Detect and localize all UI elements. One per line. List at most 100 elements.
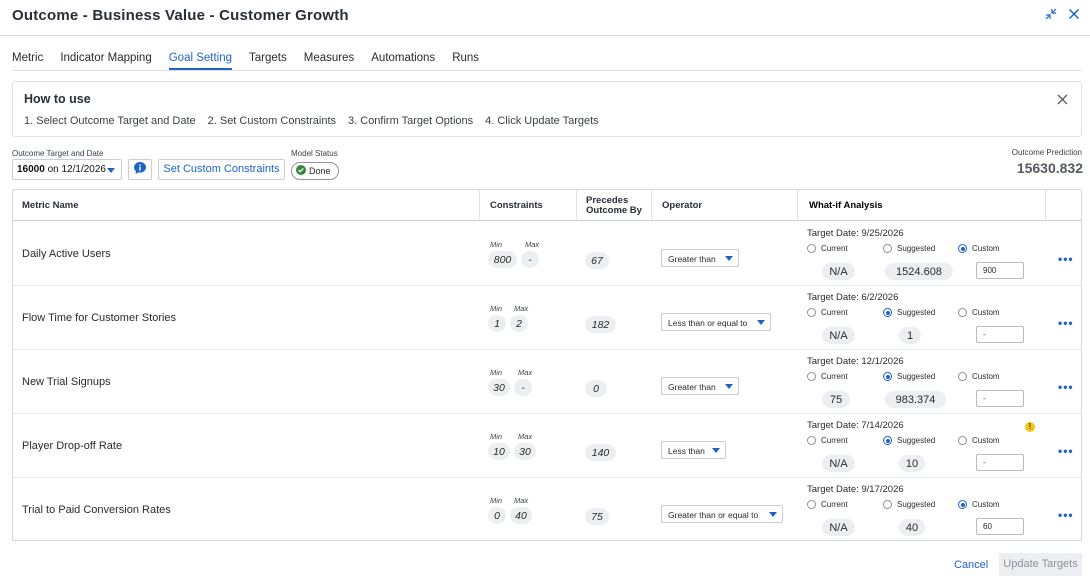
radio-icon[interactable]	[883, 436, 892, 445]
radio-icon[interactable]	[883, 372, 892, 381]
radio-custom[interactable]: Custom	[958, 372, 1000, 381]
radio-icon[interactable]	[807, 436, 816, 445]
warning-icon: !	[1025, 422, 1035, 432]
radio-current[interactable]: Current	[807, 500, 848, 509]
radio-icon[interactable]	[958, 308, 967, 317]
column-divider	[479, 190, 480, 221]
tab-indicator-mapping[interactable]: Indicator Mapping	[60, 52, 151, 70]
tab-automations[interactable]: Automations	[371, 52, 435, 70]
radio-current-label: Current	[821, 308, 848, 317]
min-label: Min	[490, 432, 503, 441]
radio-suggested[interactable]: Suggested	[883, 500, 935, 509]
more-options-icon[interactable]: •••	[1058, 316, 1074, 330]
radio-icon[interactable]	[807, 500, 816, 509]
close-howto-icon[interactable]	[1057, 94, 1068, 108]
max-constraint-value[interactable]: 40	[510, 507, 532, 524]
radio-suggested[interactable]: Suggested	[883, 436, 935, 445]
radio-icon[interactable]	[883, 244, 892, 253]
operator-select[interactable]: Less than	[661, 441, 726, 459]
radio-current[interactable]: Current	[807, 308, 848, 317]
how-to-use-steps: 1. Select Outcome Target and Date 2. Set…	[24, 115, 599, 127]
max-label: Max	[514, 304, 529, 313]
current-value: N/A	[822, 455, 855, 472]
max-constraint-value[interactable]: -	[521, 251, 539, 268]
update-targets-button[interactable]: Update Targets	[999, 553, 1082, 576]
custom-value-input[interactable]: -	[976, 326, 1024, 343]
radio-icon[interactable]	[883, 308, 892, 317]
radio-custom[interactable]: Custom	[958, 308, 1000, 317]
more-options-icon[interactable]: •••	[1058, 252, 1074, 266]
radio-suggested[interactable]: Suggested	[883, 372, 935, 381]
precedes-value: 67	[585, 252, 609, 269]
min-constraint-value[interactable]: 1	[488, 315, 506, 332]
custom-value-input[interactable]: -	[976, 390, 1024, 407]
radio-current-label: Current	[821, 372, 848, 381]
header-actions	[1044, 7, 1080, 21]
radio-suggested-label: Suggested	[897, 308, 936, 317]
tab-measures[interactable]: Measures	[304, 52, 355, 70]
radio-custom[interactable]: Custom	[958, 436, 1000, 445]
min-constraint-value[interactable]: 800	[488, 251, 517, 268]
operator-select[interactable]: Less than or equal to	[661, 313, 771, 331]
operator-select[interactable]: Greater than or equal to	[661, 505, 783, 523]
max-label: Max	[518, 368, 533, 377]
operator-value: Greater than or equal to	[668, 510, 759, 520]
radio-current[interactable]: Current	[807, 244, 848, 253]
tab-targets[interactable]: Targets	[249, 52, 287, 70]
target-date: on 12/1/2026	[44, 164, 106, 175]
close-icon[interactable]	[1068, 8, 1080, 20]
operator-value: Greater than	[668, 382, 716, 392]
operator-select[interactable]: Greater than	[661, 249, 739, 267]
custom-value-input[interactable]: 60	[976, 518, 1024, 535]
radio-current[interactable]: Current	[807, 372, 848, 381]
model-status-badge: Done	[291, 162, 339, 180]
goal-setting-table: Metric Name Constraints Precedes Outcome…	[12, 189, 1082, 541]
cancel-button[interactable]: Cancel	[954, 559, 988, 571]
max-constraint-value[interactable]: -	[514, 379, 532, 396]
radio-custom[interactable]: Custom	[958, 244, 1000, 253]
suggested-value: 1	[899, 327, 921, 344]
min-label: Min	[490, 240, 503, 249]
outcome-target-select[interactable]: 16000 on 12/1/2026	[12, 159, 122, 180]
min-constraint-value[interactable]: 10	[488, 443, 510, 460]
set-custom-constraints-button[interactable]: Set Custom Constraints	[158, 159, 285, 180]
operator-select[interactable]: Greater than	[661, 377, 739, 395]
tab-goal-setting[interactable]: Goal Setting	[168, 52, 233, 70]
col-precedes: Precedes Outcome By	[586, 194, 642, 216]
more-options-icon[interactable]: •••	[1058, 444, 1074, 458]
radio-icon[interactable]	[958, 500, 967, 509]
radio-suggested-label: Suggested	[897, 244, 936, 253]
radio-icon[interactable]	[958, 436, 967, 445]
metric-name: New Trial Signups	[22, 376, 111, 388]
radio-icon[interactable]	[807, 308, 816, 317]
info-button[interactable]	[128, 159, 152, 180]
col-constraints: Constraints	[490, 200, 543, 211]
tab-runs[interactable]: Runs	[452, 52, 479, 70]
radio-suggested[interactable]: Suggested	[883, 244, 935, 253]
max-constraint-value[interactable]: 30	[514, 443, 536, 460]
radio-icon[interactable]	[807, 372, 816, 381]
radio-icon[interactable]	[807, 244, 816, 253]
target-value: 16000	[17, 164, 45, 175]
radio-icon[interactable]	[958, 244, 967, 253]
radio-icon[interactable]	[883, 500, 892, 509]
tab-metric[interactable]: Metric	[12, 52, 43, 70]
operator-value: Less than or equal to	[668, 318, 748, 328]
radio-custom[interactable]: Custom	[958, 500, 1000, 509]
radio-suggested[interactable]: Suggested	[883, 308, 935, 317]
info-icon	[133, 161, 147, 178]
min-constraint-value[interactable]: 30	[488, 379, 510, 396]
custom-value-input[interactable]: 900	[976, 262, 1024, 279]
max-constraint-value[interactable]: 2	[510, 315, 528, 332]
radio-current[interactable]: Current	[807, 436, 848, 445]
metric-name: Flow Time for Customer Stories	[22, 312, 177, 324]
min-label: Min	[490, 304, 503, 313]
custom-value-input[interactable]: -	[976, 454, 1024, 471]
radio-current-label: Current	[821, 244, 848, 253]
min-constraint-value[interactable]: 0	[488, 507, 506, 524]
collapse-icon[interactable]	[1044, 7, 1058, 21]
current-value: N/A	[822, 327, 855, 344]
radio-icon[interactable]	[958, 372, 967, 381]
more-options-icon[interactable]: •••	[1058, 380, 1074, 394]
more-options-icon[interactable]: •••	[1058, 508, 1074, 522]
